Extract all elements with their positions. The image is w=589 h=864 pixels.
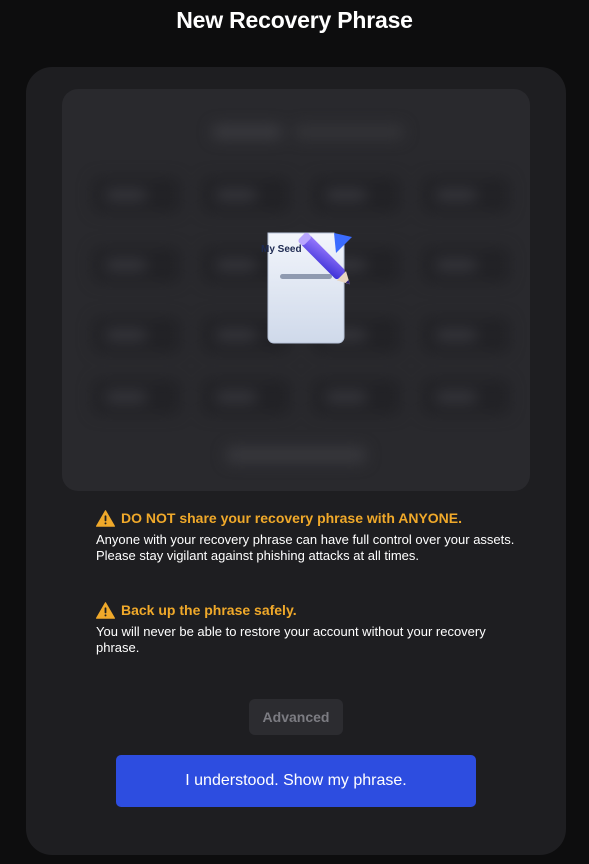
share-warning-heading: DO NOT share your recovery phrase with A… (121, 510, 463, 526)
warning-icon (96, 509, 115, 527)
show-phrase-button[interactable]: I understood. Show my phrase. (116, 755, 476, 807)
warning-icon (96, 601, 115, 619)
seed-label: My Seed (261, 244, 302, 255)
backup-warning: Back up the phrase safely. You will neve… (96, 601, 516, 656)
backup-warning-body: You will never be able to restore your a… (96, 624, 486, 655)
share-warning-body: Anyone with your recovery phrase can hav… (96, 532, 515, 563)
seed-document-pencil-icon: My Seed (248, 219, 366, 349)
page-title: New Recovery Phrase (176, 7, 413, 33)
recovery-phrase-card: My Seed DO NOT share your recovery phras… (26, 67, 566, 855)
blurred-phrase-preview: My Seed (62, 89, 530, 491)
backup-warning-heading: Back up the phrase safely. (121, 602, 297, 618)
share-warning: DO NOT share your recovery phrase with A… (96, 509, 516, 564)
advanced-button[interactable]: Advanced (249, 699, 343, 735)
